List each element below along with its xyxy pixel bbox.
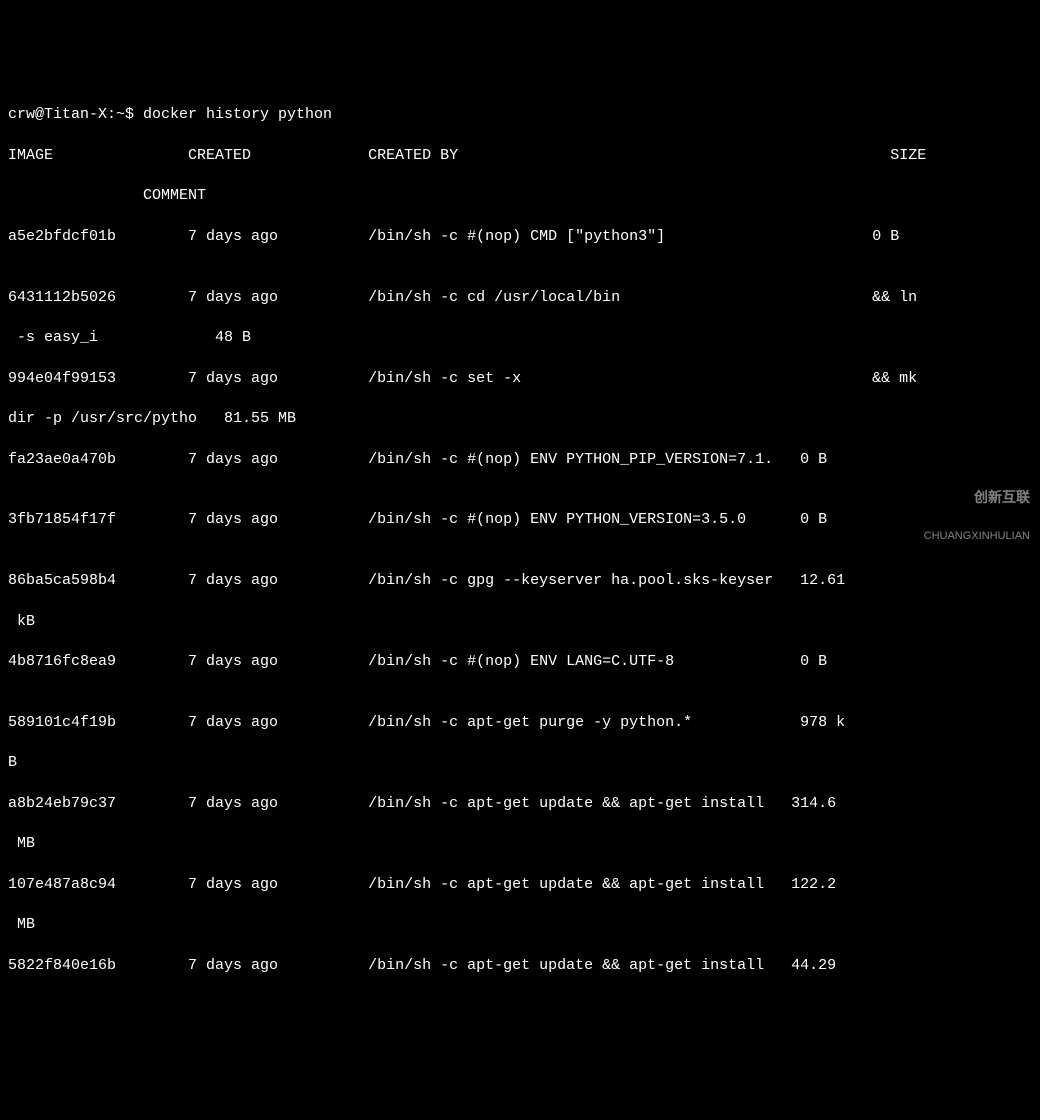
cell-size: && ln <box>872 289 917 306</box>
table-row: 6431112b5026 7 days ago /bin/sh -c cd /u… <box>8 288 1032 308</box>
table-row-wrap: MB <box>8 834 1032 854</box>
cell-image: 4b8716fc8ea9 <box>8 653 116 670</box>
cell-cmd: /bin/sh -c #(nop) ENV PYTHON_VERSION=3.5… <box>368 511 746 528</box>
cell-size: 44.29 <box>791 957 836 974</box>
cell-cmd: /bin/sh -c apt-get update && apt-get ins… <box>368 795 764 812</box>
cell-cmd: /bin/sh -c apt-get update && apt-get ins… <box>368 957 764 974</box>
cell-created: 7 days ago <box>188 957 278 974</box>
watermark-brand: 创新互联 <box>924 490 1030 505</box>
table-row-wrap: kB <box>8 612 1032 632</box>
cell-size: && mk <box>872 370 917 387</box>
table-row: 589101c4f19b 7 days ago /bin/sh -c apt-g… <box>8 713 1032 733</box>
cell-image: 86ba5ca598b4 <box>8 572 116 589</box>
cell-image: fa23ae0a470b <box>8 451 116 468</box>
cell-cmd: /bin/sh -c #(nop) ENV PYTHON_PIP_VERSION… <box>368 451 773 468</box>
table-row: a8b24eb79c37 7 days ago /bin/sh -c apt-g… <box>8 794 1032 814</box>
cell-cmd: /bin/sh -c apt-get update && apt-get ins… <box>368 876 764 893</box>
table-row: 5822f840e16b 7 days ago /bin/sh -c apt-g… <box>8 956 1032 976</box>
table-row-wrap: dir -p /usr/src/pytho 81.55 MB <box>8 409 1032 429</box>
cell-created: 7 days ago <box>188 653 278 670</box>
cell-cmd: /bin/sh -c #(nop) CMD ["python3"] <box>368 228 665 245</box>
cell-cmd: /bin/sh -c cd /usr/local/bin <box>368 289 620 306</box>
table-row: 994e04f99153 7 days ago /bin/sh -c set -… <box>8 369 1032 389</box>
watermark: 创新互联 CHUANGXINHULIAN <box>924 466 1030 554</box>
cell-image: 107e487a8c94 <box>8 876 116 893</box>
cell-image: 589101c4f19b <box>8 714 116 731</box>
cell-size: 0 B <box>800 451 827 468</box>
cell-created: 7 days ago <box>188 289 278 306</box>
col-created-by: CREATED BY <box>368 147 458 164</box>
header-line2: COMMENT <box>8 186 1032 206</box>
col-size: SIZE <box>890 147 926 164</box>
cell-image: 994e04f99153 <box>8 370 116 387</box>
table-row: 4b8716fc8ea9 7 days ago /bin/sh -c #(nop… <box>8 652 1032 672</box>
cell-image: a5e2bfdcf01b <box>8 228 116 245</box>
table-row: 107e487a8c94 7 days ago /bin/sh -c apt-g… <box>8 875 1032 895</box>
cell-created: 7 days ago <box>188 714 278 731</box>
cell-image: 6431112b5026 <box>8 289 116 306</box>
cell-cmd: /bin/sh -c set -x <box>368 370 521 387</box>
cell-cmd: /bin/sh -c #(nop) ENV LANG=C.UTF-8 <box>368 653 674 670</box>
cell-size: 0 B <box>800 653 827 670</box>
cell-size: 0 B <box>872 228 899 245</box>
col-created: CREATED <box>188 147 251 164</box>
table-row-wrap: MB <box>8 915 1032 935</box>
col-image: IMAGE <box>8 147 53 164</box>
table-row: a5e2bfdcf01b 7 days ago /bin/sh -c #(nop… <box>8 227 1032 247</box>
cell-created: 7 days ago <box>188 572 278 589</box>
cell-cmd: /bin/sh -c gpg --keyserver ha.pool.sks-k… <box>368 572 773 589</box>
prompt-line: crw@Titan-X:~$ docker history python <box>8 105 1032 125</box>
cell-size: 314.6 <box>791 795 836 812</box>
cell-image: 5822f840e16b <box>8 957 116 974</box>
cell-size: 122.2 <box>791 876 836 893</box>
cell-created: 7 days ago <box>188 795 278 812</box>
cell-image: 3fb71854f17f <box>8 511 116 528</box>
cell-image: a8b24eb79c37 <box>8 795 116 812</box>
cell-created: 7 days ago <box>188 876 278 893</box>
cell-created: 7 days ago <box>188 370 278 387</box>
cell-cmd: /bin/sh -c apt-get purge -y python.* <box>368 714 692 731</box>
cell-size: 12.61 <box>800 572 845 589</box>
watermark-sub: CHUANGXINHULIAN <box>924 530 1030 542</box>
table-row-wrap: B <box>8 753 1032 773</box>
cell-created: 7 days ago <box>188 511 278 528</box>
cell-created: 7 days ago <box>188 451 278 468</box>
table-row: 3fb71854f17f 7 days ago /bin/sh -c #(nop… <box>8 510 1032 530</box>
cell-size: 978 k <box>800 714 845 731</box>
table-row: 86ba5ca598b4 7 days ago /bin/sh -c gpg -… <box>8 571 1032 591</box>
prompt: crw@Titan-X:~$ docker history python <box>8 106 332 123</box>
cell-size: 0 B <box>800 511 827 528</box>
cell-created: 7 days ago <box>188 228 278 245</box>
col-comment: COMMENT <box>143 187 206 204</box>
terminal-output: crw@Titan-X:~$ docker history python IMA… <box>8 85 1032 996</box>
table-row: fa23ae0a470b 7 days ago /bin/sh -c #(nop… <box>8 450 1032 470</box>
header-line: IMAGE CREATED CREATED BY SIZE <box>8 146 1032 166</box>
table-row-wrap: -s easy_i 48 B <box>8 328 1032 348</box>
